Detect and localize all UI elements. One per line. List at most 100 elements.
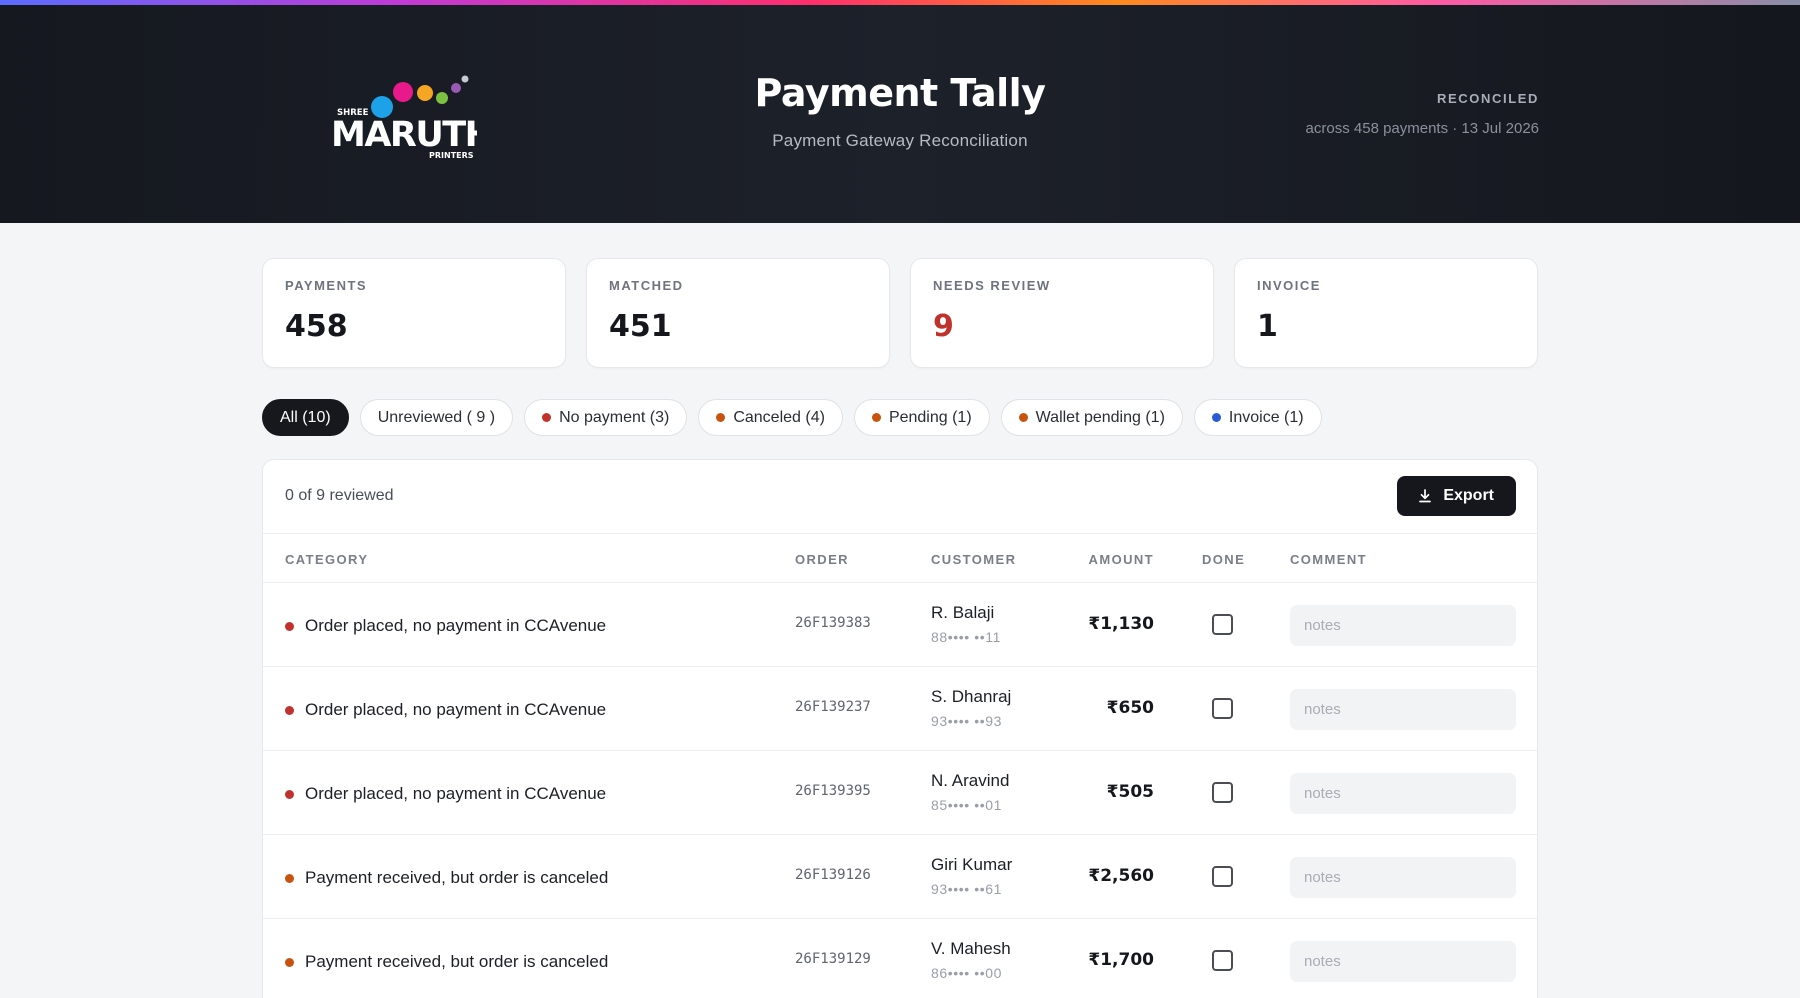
done-checkbox[interactable]: [1212, 614, 1233, 635]
title-block: Payment Tally Payment Gateway Reconcilia…: [650, 71, 1150, 151]
status-dot-icon: [1018, 413, 1028, 422]
table-row: Order placed, no payment in CCAvenue 26F…: [263, 583, 1537, 667]
chip-label: Wallet pending (1): [1035, 408, 1165, 426]
row-category: Payment received, but order is canceled: [285, 952, 608, 972]
comment-input[interactable]: [1290, 689, 1516, 730]
amount-value: ₹505: [1106, 782, 1154, 802]
stat-value: 458: [285, 309, 348, 344]
filter-chip-invoice[interactable]: Invoice (1): [1193, 399, 1322, 436]
amount-value: ₹650: [1106, 698, 1154, 718]
order-id: 26F139126: [795, 867, 871, 883]
customer-phone: 93•••• ••61: [931, 881, 1003, 897]
status-dot-icon: [285, 705, 294, 715]
done-checkbox[interactable]: [1212, 950, 1233, 971]
order-id: 26F139129: [795, 951, 871, 967]
amount-value: ₹2,560: [1088, 866, 1154, 886]
row-category: Order placed, no payment in CCAvenue: [285, 784, 606, 804]
status-dot-icon: [285, 621, 294, 631]
column-header-amount[interactable]: AMOUNT: [1089, 552, 1154, 567]
done-checkbox[interactable]: [1212, 782, 1233, 803]
done-checkbox[interactable]: [1212, 866, 1233, 887]
reviewed-count: 0 of 9 reviewed: [285, 487, 394, 504]
status-dot-icon: [1211, 413, 1221, 422]
stat-cards: PAYMENTS 458 MATCHED 451 NEEDS REVIEW 9 …: [262, 258, 1538, 368]
stat-value: 451: [609, 309, 672, 344]
amount-value: ₹1,700: [1088, 950, 1154, 970]
category-text: Payment received, but order is canceled: [305, 868, 609, 887]
category-text: Payment received, but order is canceled: [305, 952, 609, 971]
chip-label: Invoice (1): [1228, 408, 1304, 426]
customer-phone: 86•••• ••00: [931, 965, 1003, 981]
page-subtitle: Payment Gateway Reconciliation: [772, 131, 1028, 150]
amount-value: ₹1,130: [1088, 614, 1154, 634]
row-category: Payment received, but order is canceled: [285, 868, 608, 888]
customer-name: N. Aravind: [931, 771, 1010, 790]
stat-value: 1: [1257, 309, 1278, 344]
page-header: SHREE MARUTHI PRINTERS Payment Tally Pay…: [0, 5, 1800, 223]
stat-label: NEEDS REVIEW: [933, 278, 1051, 293]
table-header: CATEGORY ORDER CUSTOMER AMOUNT DONE COMM…: [263, 534, 1537, 583]
status-dot-icon: [285, 789, 294, 799]
customer-cell: Giri Kumar 93•••• ••61: [931, 855, 1012, 897]
column-header-customer[interactable]: CUSTOMER: [931, 552, 1016, 567]
chip-label: All (10): [280, 408, 331, 426]
customer-phone: 85•••• ••01: [931, 797, 1003, 813]
svg-text:PRINTERS: PRINTERS: [429, 151, 474, 160]
status-dot-icon: [285, 873, 294, 883]
stat-label: PAYMENTS: [285, 278, 368, 293]
customer-phone: 93•••• ••93: [931, 713, 1003, 729]
chip-label: Pending (1): [888, 408, 972, 426]
customer-cell: N. Aravind 85•••• ••01: [931, 771, 1009, 813]
column-header-comment[interactable]: COMMENT: [1290, 552, 1367, 567]
filter-chip-all[interactable]: All (10): [262, 399, 349, 436]
filter-chip-unreviewed[interactable]: Unreviewed ( 9 ): [359, 399, 514, 436]
chip-label: No payment (3): [559, 408, 670, 426]
customer-phone: 88•••• ••11: [931, 629, 1002, 645]
status-dot-icon: [542, 413, 552, 422]
table-row: Payment received, but order is canceled …: [263, 835, 1537, 919]
export-label: Export: [1443, 487, 1494, 504]
customer-name: S. Dhanraj: [931, 687, 1012, 706]
company-logo: SHREE MARUTHI PRINTERS: [327, 71, 477, 161]
filter-chip-canceled[interactable]: Canceled (4): [698, 399, 843, 436]
customer-cell: R. Balaji 88•••• ••11: [931, 603, 1001, 645]
status-dot-icon: [285, 957, 294, 967]
comment-input[interactable]: [1290, 941, 1516, 982]
customer-name: V. Mahesh: [931, 939, 1011, 958]
order-id: 26F139237: [795, 699, 871, 715]
table-row: Order placed, no payment in CCAvenue 26F…: [263, 667, 1537, 751]
stat-card-needs-review: NEEDS REVIEW 9: [910, 258, 1214, 368]
customer-name: R. Balaji: [931, 603, 995, 622]
stat-label: INVOICE: [1257, 278, 1321, 293]
order-id: 26F139383: [795, 615, 871, 631]
comment-input[interactable]: [1290, 857, 1516, 898]
filter-chip-pending[interactable]: Pending (1): [853, 399, 990, 436]
stat-label: MATCHED: [609, 278, 684, 293]
filter-chip-wallet-pending[interactable]: Wallet pending (1): [1000, 399, 1183, 436]
download-icon: [1419, 489, 1432, 503]
table-toolbar: 0 of 9 reviewed Export: [263, 460, 1537, 534]
reconciled-label: RECONCILED: [1437, 91, 1539, 106]
chip-label: Unreviewed ( 9 ): [377, 408, 496, 426]
customer-cell: S. Dhanraj 93•••• ••93: [931, 687, 1011, 729]
review-table-panel: 0 of 9 reviewed Export CATEGORY ORDER CU…: [262, 459, 1538, 998]
reconciled-status: RECONCILED across 458 payments · 13 Jul …: [1306, 91, 1539, 137]
column-header-done[interactable]: DONE: [1202, 552, 1245, 567]
column-header-category[interactable]: CATEGORY: [285, 552, 368, 567]
column-header-order[interactable]: ORDER: [795, 552, 849, 567]
stat-card-payments: PAYMENTS 458: [262, 258, 566, 368]
page-title: Payment Tally: [754, 71, 1046, 115]
stat-card-matched: MATCHED 451: [586, 258, 890, 368]
customer-cell: V. Mahesh 86•••• ••00: [931, 939, 1011, 981]
table-row: Order placed, no payment in CCAvenue 26F…: [263, 751, 1537, 835]
export-button[interactable]: Export: [1397, 476, 1516, 516]
comment-input[interactable]: [1290, 773, 1516, 814]
status-dot-icon: [716, 413, 726, 422]
filter-chips: All (10) Unreviewed ( 9 ) No payment (3)…: [262, 399, 1322, 436]
chip-label: Canceled (4): [733, 408, 825, 426]
filter-chip-no-payment[interactable]: No payment (3): [524, 399, 688, 436]
order-id: 26F139395: [795, 783, 871, 799]
comment-input[interactable]: [1290, 605, 1516, 646]
stat-value: 9: [933, 309, 954, 344]
done-checkbox[interactable]: [1212, 698, 1233, 719]
